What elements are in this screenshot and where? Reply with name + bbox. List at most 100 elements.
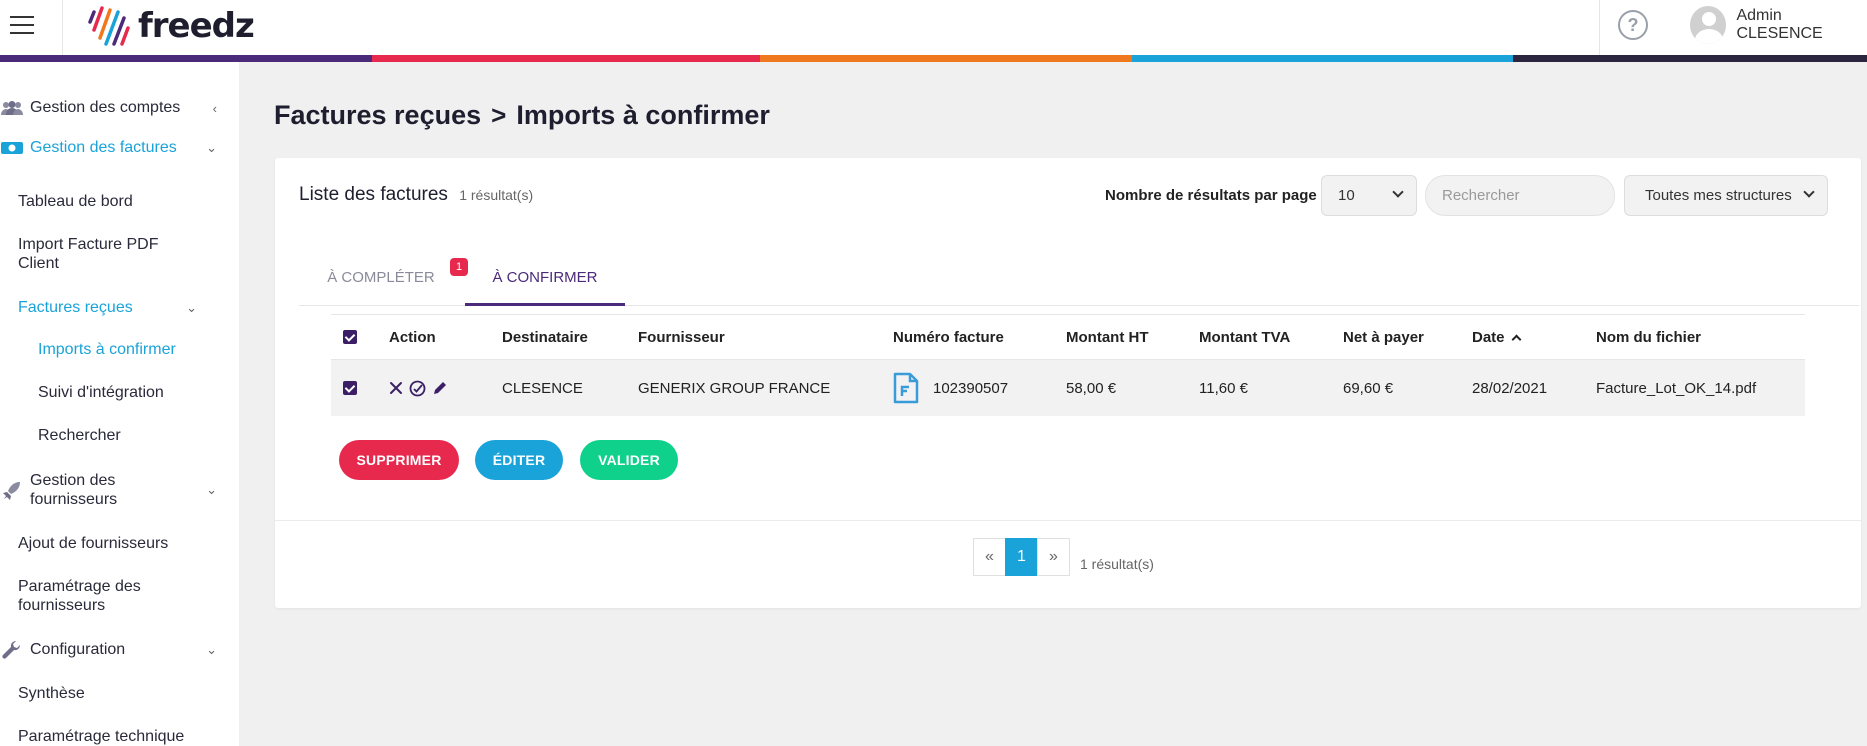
user-name: Admin CLESENCE <box>1736 7 1823 42</box>
tab-a-confirmer[interactable]: À CONFIRMER <box>465 250 625 306</box>
cell-nom-fichier: Facture_Lot_OK_14.pdf <box>1596 379 1757 397</box>
table-header-row: Action Destinataire Fournisseur Numéro f… <box>331 314 1805 360</box>
header-divider <box>62 0 63 55</box>
breadcrumb: Factures reçues > Imports à confirmer <box>274 100 770 131</box>
sidebar-item-label: Gestion des factures <box>30 139 177 156</box>
chevron-left-icon: ‹ <box>212 100 217 116</box>
sidebar-item-imports-a-confirmer[interactable]: Imports à confirmer <box>38 340 176 359</box>
column-header-montant-tva[interactable]: Montant TVA <box>1199 315 1290 359</box>
cell-montant-tva: 11,60 € <box>1199 379 1248 397</box>
column-header-net-a-payer[interactable]: Net à payer <box>1343 315 1424 359</box>
tabs: À COMPLÉTER 1 À CONFIRMER <box>299 250 1859 306</box>
column-header-montant-ht[interactable]: Montant HT <box>1066 315 1148 359</box>
close-icon[interactable] <box>389 381 403 395</box>
sidebar-item-gestion-fournisseurs[interactable]: Gestion des fournisseurs ⌄ <box>0 470 239 510</box>
column-header-date-label: Date <box>1472 328 1505 346</box>
sidebar-item-label: Gestion des comptes <box>30 99 181 116</box>
per-page-select[interactable]: 10 <box>1321 175 1417 216</box>
logo-text: freedz <box>138 6 255 46</box>
cell-montant-ht: 58,00 € <box>1066 379 1117 397</box>
column-header-numero-facture[interactable]: Numéro facture <box>893 315 1004 359</box>
sort-ascending-icon <box>1511 334 1521 345</box>
pagination-next[interactable]: » <box>1037 538 1070 576</box>
cell-net-a-payer: 69,60 € <box>1343 379 1394 397</box>
menu-icon[interactable] <box>10 16 34 36</box>
cell-date: 28/02/2021 <box>1472 379 1548 397</box>
sidebar-item-factures-recues[interactable]: Factures reçues ⌄ <box>0 296 239 320</box>
file-invoice-icon[interactable] <box>893 372 919 404</box>
sidebar-item-import-pdf[interactable]: Import Facture PDF Client <box>18 235 188 273</box>
per-page-value: 10 <box>1338 187 1355 204</box>
list-title: Liste des factures 1 résultat(s) <box>299 184 533 206</box>
freedz-logo-icon <box>88 6 130 46</box>
users-icon <box>0 99 24 117</box>
search-input[interactable] <box>1425 175 1615 216</box>
sidebar-item-parametrage-fournisseurs[interactable]: Paramétrage des fournisseurs <box>18 577 178 615</box>
cell-numero-facture: 102390507 <box>893 360 1008 416</box>
sidebar-item-tableau-de-bord[interactable]: Tableau de bord <box>18 192 133 211</box>
cell-destinataire: CLESENCE <box>502 379 583 397</box>
editer-button[interactable]: ÉDITER <box>475 440 563 480</box>
pagination-result-count: 1 résultat(s) <box>1080 556 1154 572</box>
column-header-fournisseur[interactable]: Fournisseur <box>638 315 725 359</box>
sidebar-item-parametrage-technique[interactable]: Paramétrage technique <box>18 727 184 746</box>
wrench-icon <box>0 640 24 659</box>
avatar <box>1690 6 1727 44</box>
structure-filter-select[interactable]: Toutes mes structures <box>1624 175 1828 216</box>
top-bar: freedz ? Admin CLESENCE <box>0 0 1867 55</box>
per-page-label: Nombre de résultats par page : <box>1105 187 1326 204</box>
table-row[interactable]: CLESENCE GENERIX GROUP FRANCE 102390507 … <box>331 360 1805 416</box>
invoice-number: 102390507 <box>933 379 1009 397</box>
logo[interactable]: freedz <box>88 4 255 48</box>
help-icon[interactable]: ? <box>1618 10 1648 40</box>
sidebar-item-label: Gestion des fournisseurs <box>30 472 118 508</box>
page-title: Imports à confirmer <box>516 100 770 130</box>
result-count: 1 résultat(s) <box>459 187 534 203</box>
pagination-prev[interactable]: « <box>973 538 1006 576</box>
sidebar-item-suivi-integration[interactable]: Suivi d'intégration <box>38 383 164 402</box>
column-header-action: Action <box>389 328 436 346</box>
sidebar-item-synthese[interactable]: Synthèse <box>18 684 85 703</box>
sidebar-item-gestion-comptes[interactable]: Gestion des comptes ‹ <box>0 96 239 120</box>
chevron-down-icon: ⌄ <box>206 140 217 155</box>
color-stripe <box>0 55 1867 62</box>
pagination: « 1 » <box>973 538 1070 576</box>
supprimer-button[interactable]: SUPPRIMER <box>339 440 459 480</box>
pencil-icon[interactable] <box>432 380 448 396</box>
sidebar: Gestion des comptes ‹ Gestion des factur… <box>0 62 239 746</box>
sidebar-item-ajout-fournisseurs[interactable]: Ajout de fournisseurs <box>18 534 168 553</box>
select-all-checkbox[interactable] <box>343 315 357 359</box>
sidebar-item-gestion-factures[interactable]: Gestion des factures ⌄ <box>0 136 239 160</box>
header-divider <box>1599 0 1600 55</box>
card-divider <box>275 520 1861 521</box>
sidebar-item-configuration[interactable]: Configuration ⌄ <box>0 638 239 662</box>
money-icon <box>0 139 24 157</box>
breadcrumb-separator-icon: > <box>491 100 507 130</box>
chevron-down-icon: ⌄ <box>186 300 197 315</box>
valider-button[interactable]: VALIDER <box>580 440 678 480</box>
row-checkbox[interactable] <box>343 360 357 416</box>
tab-label: À COMPLÉTER <box>327 269 435 286</box>
invoice-list-card: Liste des factures 1 résultat(s) Nombre … <box>275 158 1861 608</box>
list-title-text: Liste des factures <box>299 184 448 205</box>
cell-fournisseur: GENERIX GROUP FRANCE <box>638 379 831 397</box>
column-header-destinataire[interactable]: Destinataire <box>502 315 588 359</box>
breadcrumb-parent[interactable]: Factures reçues <box>274 100 481 131</box>
user-menu[interactable]: Admin CLESENCE <box>1690 6 1867 44</box>
sidebar-item-label: Configuration <box>30 641 126 658</box>
chevron-down-icon <box>1803 186 1815 198</box>
structure-filter-value: Toutes mes structures <box>1645 187 1792 204</box>
tab-label: À CONFIRMER <box>492 269 598 286</box>
column-header-date[interactable]: Date <box>1472 315 1521 359</box>
tab-a-completer[interactable]: À COMPLÉTER <box>299 250 463 306</box>
check-circle-icon[interactable] <box>409 380 426 397</box>
column-header-nom-fichier[interactable]: Nom du fichier <box>1596 315 1701 359</box>
sidebar-item-label: Factures reçues <box>18 299 133 316</box>
chevron-down-icon: ⌄ <box>206 482 217 497</box>
pagination-page-1[interactable]: 1 <box>1005 538 1038 576</box>
row-actions <box>389 360 448 416</box>
rocket-icon <box>0 481 24 500</box>
chevron-down-icon: ⌄ <box>206 642 217 657</box>
sidebar-item-rechercher[interactable]: Rechercher <box>38 426 121 445</box>
chevron-down-icon <box>1392 186 1404 198</box>
